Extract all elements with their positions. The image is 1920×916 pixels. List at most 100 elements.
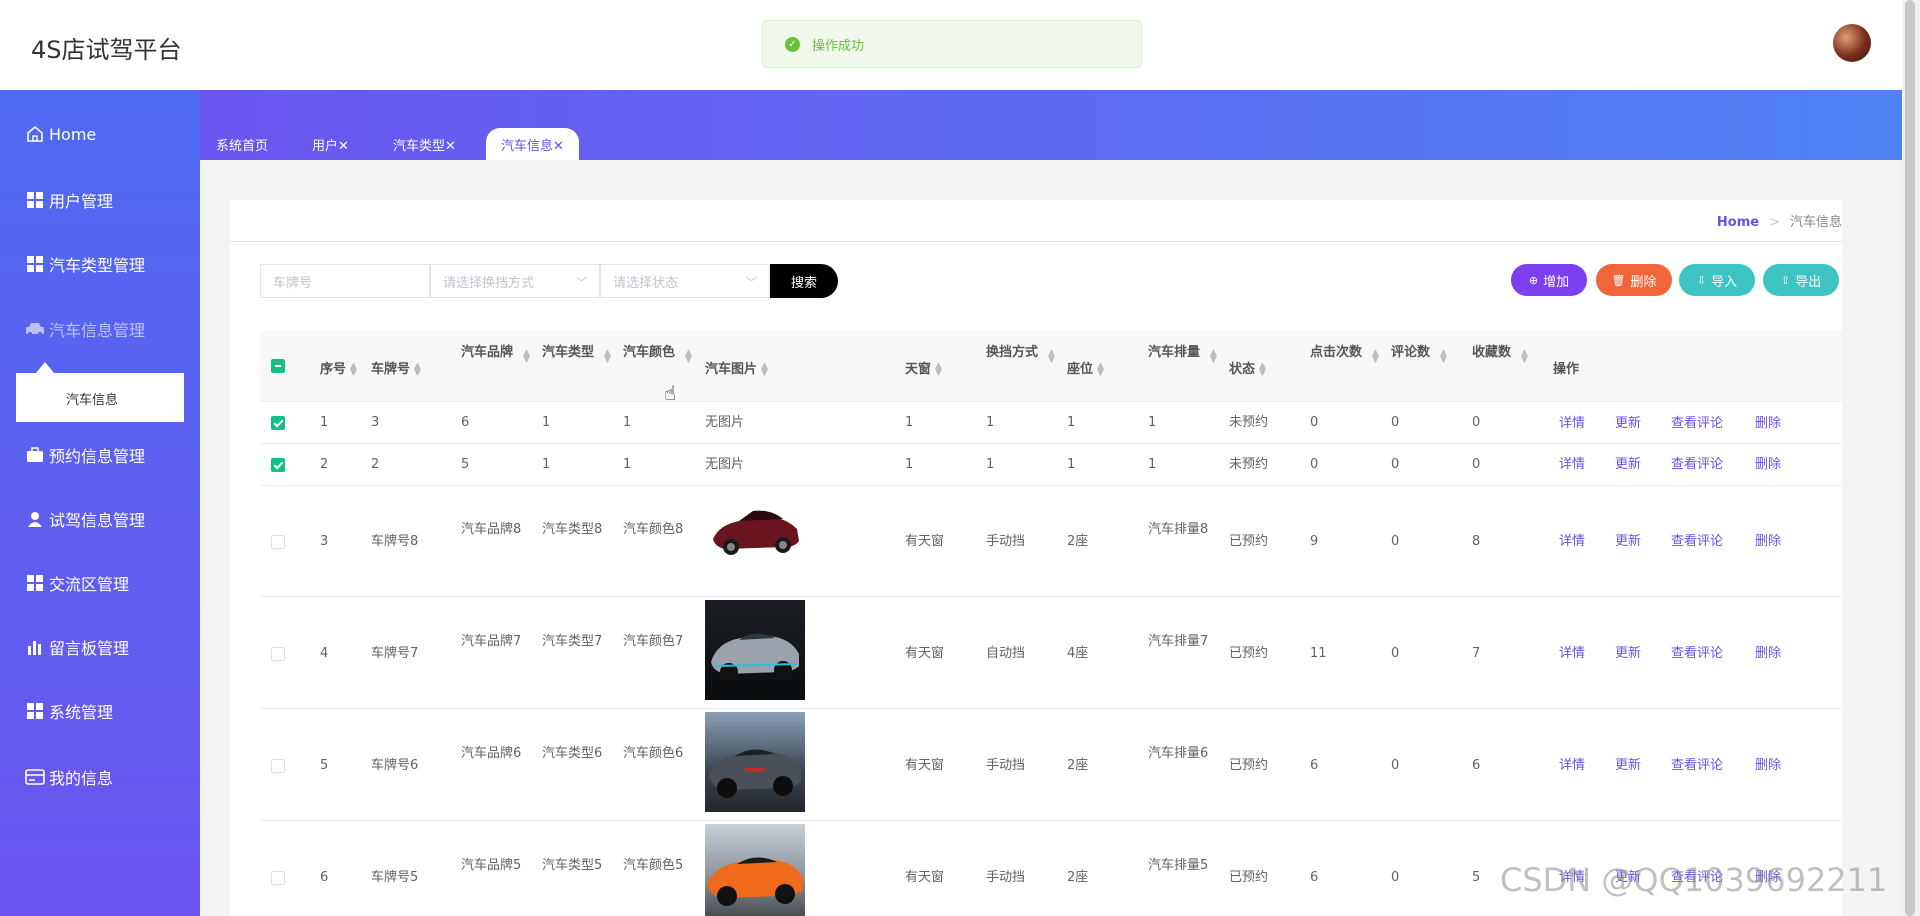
delete-button[interactable]: 🗑 删除 — [1596, 264, 1672, 296]
sidebar-item-my-info[interactable]: 我的信息 — [0, 755, 200, 799]
sidebar-item-label: Home — [49, 124, 97, 144]
briefcase-icon — [25, 445, 45, 465]
update-link[interactable]: 更新 — [1615, 642, 1641, 661]
row-checkbox[interactable] — [271, 416, 285, 430]
sidebar-item-messages[interactable]: 留言板管理 — [0, 625, 200, 669]
header-favorites[interactable]: 收藏数 ▲ ▼ — [1472, 341, 1531, 364]
select-all-checkbox[interactable] — [271, 359, 285, 373]
delete-link[interactable]: 删除 — [1755, 642, 1781, 661]
sidebar-item-car-types[interactable]: 汽车类型管理 — [0, 242, 200, 286]
avatar[interactable] — [1833, 24, 1871, 62]
header-status[interactable]: 状态 ▲ ▼ — [1229, 358, 1269, 377]
tab-car-info[interactable]: 汽车信息✕ — [486, 128, 579, 160]
delete-link[interactable]: 删除 — [1755, 530, 1781, 549]
row-checkbox[interactable] — [271, 458, 285, 472]
detail-link[interactable]: 详情 — [1559, 754, 1585, 773]
divider — [230, 241, 1842, 242]
header-image[interactable]: 汽车图片 ▲ ▼ — [705, 358, 771, 377]
row-divider — [260, 485, 1842, 486]
breadcrumb-home[interactable]: Home — [1717, 215, 1759, 230]
cell-color: 汽车颜色6 — [623, 746, 684, 761]
row-checkbox[interactable] — [271, 535, 285, 549]
delete-link[interactable]: 删除 — [1755, 412, 1781, 431]
tab-home[interactable]: 系统首页 — [201, 128, 283, 160]
sidebar-item-car-info[interactable]: 汽车信息管理 — [0, 307, 200, 351]
status-select[interactable]: 请选择状态 ﹀ — [600, 264, 770, 298]
update-link[interactable]: 更新 — [1615, 412, 1641, 431]
sidebar-item-label: 用户管理 — [49, 192, 114, 211]
cell-seats: 1 — [1067, 457, 1076, 472]
car-image — [705, 600, 805, 700]
bar-chart-icon — [25, 637, 45, 657]
detail-link[interactable]: 详情 — [1559, 453, 1585, 472]
sidebar-item-home[interactable]: Home — [0, 112, 200, 156]
view-comments-link[interactable]: 查看评论 — [1671, 754, 1723, 773]
header-index[interactable]: 序号 ▲ ▼ — [320, 358, 360, 377]
toast-message: 操作成功 — [812, 38, 865, 54]
car-image — [705, 712, 805, 812]
header-sunroof[interactable]: 天窗 ▲ ▼ — [905, 358, 945, 377]
row-divider — [260, 820, 1842, 821]
import-button[interactable]: ⇩ 导入 — [1679, 264, 1755, 296]
row-checkbox[interactable] — [271, 871, 285, 885]
delete-link[interactable]: 删除 — [1755, 453, 1781, 472]
cell-favorites: 5 — [1472, 870, 1481, 885]
cell-type: 汽车类型5 — [542, 858, 603, 873]
header-displacement[interactable]: 汽车排量 ▲ ▼ — [1148, 341, 1220, 364]
tab-users[interactable]: 用户✕ — [297, 128, 364, 160]
cell-type: 汽车类型7 — [542, 634, 603, 649]
sidebar-item-reservations[interactable]: 预约信息管理 — [0, 433, 200, 477]
cell-plate: 车牌号5 — [371, 870, 419, 885]
header-brand[interactable]: 汽车品牌 ▲ ▼ — [461, 341, 533, 364]
cell-status: 已预约 — [1229, 758, 1269, 773]
delete-link[interactable]: 删除 — [1755, 754, 1781, 773]
export-button[interactable]: ⇧ 导出 — [1763, 264, 1839, 296]
view-comments-link[interactable]: 查看评论 — [1671, 530, 1723, 549]
sidebar-item-test-drives[interactable]: 试驾信息管理 — [0, 497, 200, 541]
view-comments-link[interactable]: 查看评论 — [1671, 412, 1723, 431]
cell-displacement: 汽车排量6 — [1148, 746, 1209, 761]
content-panel — [230, 200, 1842, 916]
sidebar-item-system[interactable]: 系统管理 — [0, 689, 200, 733]
detail-link[interactable]: 详情 — [1559, 412, 1585, 431]
detail-link[interactable]: 详情 — [1559, 642, 1585, 661]
submenu-item-car-info[interactable]: 汽车信息 — [66, 389, 118, 408]
sidebar-item-label: 汽车类型管理 — [49, 256, 146, 275]
add-button[interactable]: ⊕ 增加 — [1511, 264, 1587, 296]
update-link[interactable]: 更新 — [1615, 530, 1641, 549]
header-plate[interactable]: 车牌号 ▲ ▼ — [371, 358, 424, 377]
cell-seats: 1 — [1067, 415, 1076, 430]
cell-favorites: 6 — [1472, 758, 1481, 773]
header-seats[interactable]: 座位 ▲ ▼ — [1067, 358, 1107, 377]
grid-icon — [25, 701, 45, 721]
cell-favorites: 7 — [1472, 646, 1481, 661]
row-checkbox[interactable] — [271, 647, 285, 661]
cell-index: 6 — [320, 870, 329, 885]
row-checkbox[interactable] — [271, 759, 285, 773]
search-button[interactable]: 搜索 — [770, 264, 838, 298]
cell-index: 5 — [320, 758, 329, 773]
scrollbar-thumb[interactable] — [1905, 0, 1915, 916]
header-clicks[interactable]: 点击次数 ▲ ▼ — [1310, 341, 1382, 364]
cell-gear: 手动挡 — [986, 870, 1026, 885]
header-comments[interactable]: 评论数 ▲ ▼ — [1391, 341, 1450, 364]
view-comments-link[interactable]: 查看评论 — [1671, 453, 1723, 472]
gear-select[interactable]: 请选择换挡方式 ﹀ — [430, 264, 600, 298]
success-check-icon: ✓ — [785, 36, 800, 52]
cell-color: 1 — [623, 457, 632, 472]
tab-car-types[interactable]: 汽车类型✕ — [378, 128, 471, 160]
header-type[interactable]: 汽车类型 ▲ ▼ — [542, 341, 614, 364]
plate-search-input[interactable]: 车牌号 — [260, 264, 430, 298]
detail-link[interactable]: 详情 — [1559, 530, 1585, 549]
sidebar-item-forum[interactable]: 交流区管理 — [0, 561, 200, 605]
app-title: 4S店试驾平台 — [31, 36, 182, 64]
update-link[interactable]: 更新 — [1615, 453, 1641, 472]
header-color[interactable]: 汽车颜色 ▲ ▼ — [623, 341, 695, 364]
sidebar-item-users[interactable]: 用户管理 — [0, 178, 200, 222]
update-link[interactable]: 更新 — [1615, 754, 1641, 773]
view-comments-link[interactable]: 查看评论 — [1671, 642, 1723, 661]
breadcrumb-current: 汽车信息 — [1789, 215, 1842, 230]
header-gear[interactable]: 换挡方式 ▲ ▼ — [986, 341, 1058, 364]
cell-status: 已预约 — [1229, 534, 1269, 549]
chevron-down-icon: ﹀ — [576, 276, 587, 289]
